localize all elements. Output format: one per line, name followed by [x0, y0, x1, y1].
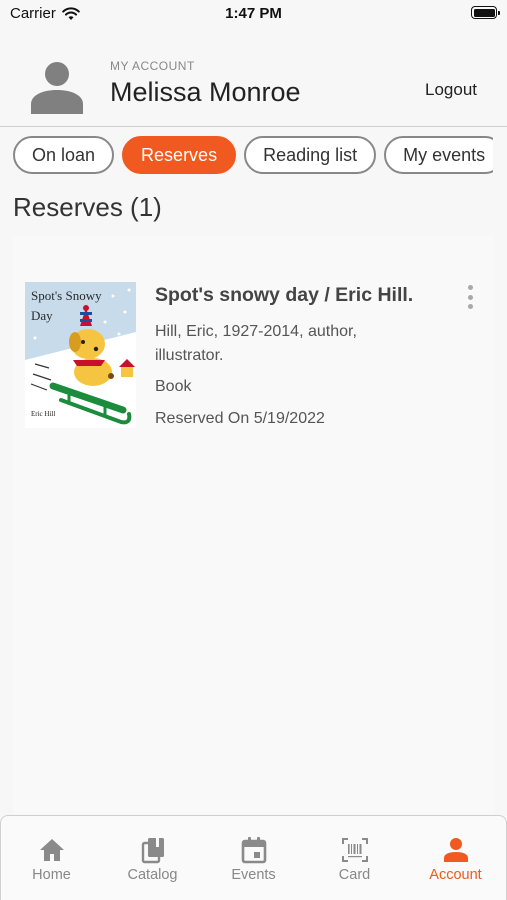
account-name: Melissa Monroe: [110, 77, 301, 107]
tab-reserves[interactable]: Reserves: [122, 136, 237, 174]
book-author: Hill, Eric, 1927-2014, author, illustrat…: [155, 323, 357, 364]
logout-button[interactable]: Logout: [425, 80, 477, 100]
tab-reading-list[interactable]: Reading list: [244, 136, 377, 174]
nav-item-catalog[interactable]: Catalog: [102, 816, 203, 900]
person-icon: [443, 838, 468, 862]
more-vertical-icon[interactable]: [468, 285, 474, 309]
nav-label-account: Account: [429, 867, 482, 883]
nav-item-account[interactable]: Account: [405, 816, 506, 900]
person-icon: [30, 60, 84, 114]
reserve-item[interactable]: Spot's Snowy Day Eric Hill Spot's snowy …: [13, 236, 494, 814]
nav-item-home[interactable]: Home: [1, 816, 102, 900]
home-icon: [39, 839, 64, 861]
book-cover[interactable]: Spot's Snowy Day Eric Hill: [25, 282, 136, 428]
book-title[interactable]: Spot's snowy day / Eric Hill.: [155, 284, 413, 307]
status-time: 1:47 PM: [225, 5, 282, 22]
book-format: Book: [155, 378, 192, 395]
cover-title-line1: Spot's Snowy: [31, 288, 102, 303]
reserved-date: Reserved On 5/19/2022: [155, 410, 325, 427]
section-title: Reserves (1): [13, 192, 162, 222]
account-header: MY ACCOUNT Melissa Monroe Logout: [0, 28, 507, 127]
app-screen: Carrier 1:47 PM MY ACCOUNT Melissa Monro…: [0, 0, 507, 900]
cover-title-line2: Day: [31, 308, 53, 323]
nav-label-card: Card: [338, 867, 371, 883]
calendar-icon: [241, 837, 266, 864]
bottom-nav: Home Catalog Events Card Account: [0, 815, 507, 900]
books-icon: [141, 838, 164, 864]
tab-on-loan[interactable]: On loan: [13, 136, 115, 174]
nav-label-catalog: Catalog: [127, 867, 178, 883]
barcode-icon: [341, 838, 368, 862]
battery-icon: [471, 6, 500, 19]
nav-item-events[interactable]: Events: [203, 816, 304, 900]
cover-author: Eric Hill: [31, 410, 55, 418]
my-account-label: MY ACCOUNT: [110, 59, 195, 73]
status-bar: Carrier 1:47 PM: [0, 0, 507, 28]
nav-label-events: Events: [231, 867, 276, 883]
nav-label-home: Home: [32, 867, 71, 883]
tab-my-events[interactable]: My events: [384, 136, 493, 174]
account-tabs: On loan Reserves Reading list My events: [13, 136, 493, 174]
nav-item-card[interactable]: Card: [304, 816, 405, 900]
